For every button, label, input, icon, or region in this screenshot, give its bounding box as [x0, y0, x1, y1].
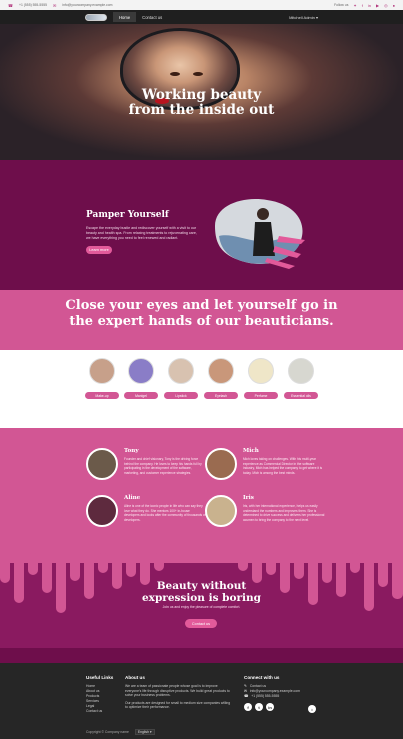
twitter-icon[interactable]: ✦ — [353, 3, 356, 8]
email-address[interactable]: info@yourcompany.example.com — [62, 3, 112, 7]
service-label[interactable]: Essential oils — [284, 392, 318, 399]
instagram-icon[interactable]: ◎ — [384, 3, 388, 8]
team-name: Tony — [124, 448, 139, 454]
service-image — [288, 358, 314, 384]
top-info-bar: ☎ +1 (555) 555-5555 ✉ info@yourcompany.e… — [0, 0, 403, 10]
cta-title: Beauty without expression is boring — [0, 580, 403, 604]
service-item[interactable]: Eyelash — [201, 358, 241, 399]
cta-title-line2: expression is boring — [142, 592, 261, 604]
cta-section: Beauty without expression is boring Join… — [0, 553, 403, 663]
phone-icon: ☎ — [244, 694, 249, 698]
footer-links-title: Useful Links — [86, 675, 114, 680]
service-item[interactable]: Make-up — [82, 358, 122, 399]
team-member: Mich Mich loves taking on challenges. Wi… — [205, 448, 323, 488]
service-label[interactable]: Eyelash — [204, 392, 238, 399]
quote-text: Close your eyes and let yourself go in t… — [0, 298, 403, 330]
service-label[interactable]: Perfume — [244, 392, 278, 399]
team-member: Iris Iris, with her international experi… — [205, 495, 325, 535]
service-item[interactable]: Essential oils — [281, 358, 321, 399]
learn-more-button[interactable]: Learn more — [86, 246, 112, 254]
team-avatar — [205, 448, 237, 480]
service-item[interactable]: Perfume — [241, 358, 281, 399]
copyright-text: Copyright © Company name — [86, 730, 129, 734]
hero-section: Working beauty from the inside out — [0, 24, 403, 160]
follow-label: Follow us — [334, 3, 349, 7]
pamper-title: Pamper Yourself — [86, 210, 169, 220]
hero-image-detail — [193, 72, 203, 76]
footer-socials: f t in — [244, 703, 300, 711]
service-image — [128, 358, 154, 384]
services-section: Make-up Manigel Lipstick Eyelash Perfume… — [0, 350, 403, 428]
main-header: Home Contact us Mitchell Admin ▾ — [0, 10, 403, 24]
footer-about: About us We are a team of passionate peo… — [125, 675, 233, 710]
service-image — [168, 358, 194, 384]
team-section: Tony Founder and chief visionary, Tony i… — [0, 428, 403, 553]
github-icon[interactable]: ● — [393, 3, 395, 8]
cta-subtitle: Join us and enjoy the pleasure of comple… — [162, 605, 241, 609]
email-icon: ✉ — [52, 2, 57, 8]
facebook-icon[interactable]: f — [362, 3, 363, 8]
footer-contact-row[interactable]: ☎ +1 (555) 555-5555 — [244, 694, 300, 699]
pamper-text: Escape the everyday bustle and rediscove… — [86, 226, 197, 240]
language-selector[interactable]: English ▾ — [134, 729, 155, 735]
footer: Useful Links Home About us Products Serv… — [0, 663, 403, 739]
team-member: Tony Founder and chief visionary, Tony i… — [86, 448, 204, 488]
team-bio: Founder and chief visionary, Tony is the… — [124, 457, 202, 475]
team-bio: Aline is one of the iconic people in lif… — [124, 504, 206, 522]
hero-title-line2: from the inside out — [128, 102, 275, 118]
team-bio: Iris, with her international experience,… — [243, 504, 325, 522]
service-label[interactable]: Make-up — [85, 392, 119, 399]
team-avatar — [86, 448, 118, 480]
footer-contact-title: Connect with us — [244, 675, 280, 680]
home-icon[interactable]: ⌂ — [308, 705, 316, 713]
service-image — [89, 358, 115, 384]
facebook-icon[interactable]: f — [244, 703, 252, 711]
team-avatar — [86, 495, 118, 527]
footer-about-title: About us — [125, 675, 145, 680]
service-label[interactable]: Lipstick — [164, 392, 198, 399]
phone-number[interactable]: +1 (555) 555-5555 — [19, 3, 47, 7]
quote-line1: Close your eyes and let yourself go in — [65, 298, 338, 313]
hero-title-line1: Working beauty — [141, 87, 262, 103]
company-logo[interactable] — [85, 13, 107, 21]
nav-home[interactable]: Home — [113, 12, 137, 22]
language-label: English — [137, 730, 149, 734]
team-member: Aline Aline is one of the iconic people … — [86, 495, 206, 535]
quote-line2: the expert hands of our beauticians. — [69, 314, 334, 329]
user-name: Mitchell Admin — [289, 14, 315, 20]
service-item[interactable]: Manigel — [121, 358, 161, 399]
team-name: Aline — [124, 495, 141, 501]
footer-contact: Connect with us ✎ Contact us ✉ info@yourco… — [244, 675, 300, 711]
pamper-image — [215, 199, 305, 269]
main-nav: Home Contact us — [113, 12, 168, 22]
footer-contact-text: +1 (555) 555-5555 — [251, 694, 280, 698]
hero-image-detail — [170, 72, 180, 76]
footer-about-text: Our products are designed for small to m… — [125, 700, 231, 710]
pamper-section: Pamper Yourself Escape the everyday bust… — [0, 160, 403, 290]
contact-us-button[interactable]: Contact us — [185, 619, 217, 628]
cta-title-line1: Beauty without — [156, 580, 247, 592]
footer-about-text: We are a team of passionate people whose… — [125, 684, 230, 698]
user-menu[interactable]: Mitchell Admin ▾ — [289, 15, 318, 20]
footer-copyright: Copyright © Company name English ▾ — [86, 729, 155, 735]
team-avatar — [205, 495, 237, 527]
linkedin-icon[interactable]: in — [266, 703, 274, 711]
nav-contact-us[interactable]: Contact us — [136, 12, 168, 22]
team-name: Iris — [243, 495, 254, 501]
footer-link-contact[interactable]: Contact us — [86, 709, 113, 714]
hero-title: Working beauty from the inside out — [0, 88, 403, 118]
team-bio: Mich loves taking on challenges. With hi… — [243, 457, 323, 475]
service-image — [208, 358, 234, 384]
phone-icon: ☎ — [8, 2, 13, 8]
team-name: Mich — [243, 448, 259, 454]
linkedin-icon[interactable]: in — [368, 3, 371, 8]
service-image — [248, 358, 274, 384]
service-label[interactable]: Manigel — [124, 392, 158, 399]
youtube-icon[interactable]: ▶ — [376, 3, 379, 8]
footer-links: Useful Links Home About us Products Serv… — [86, 675, 113, 714]
quote-section: Close your eyes and let yourself go in t… — [0, 290, 403, 350]
service-item[interactable]: Lipstick — [161, 358, 201, 399]
twitter-icon[interactable]: t — [255, 703, 263, 711]
